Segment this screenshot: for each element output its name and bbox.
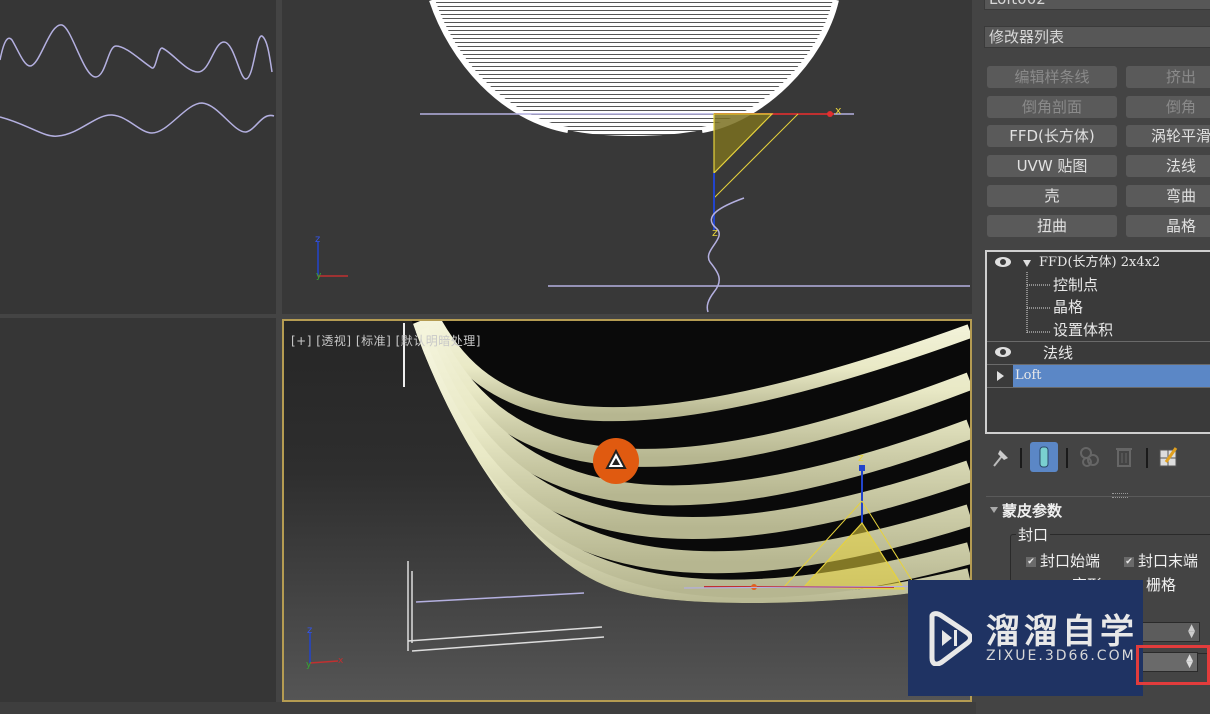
- cap-end-checkbox[interactable]: ✔ 封口末端: [1124, 550, 1198, 571]
- light-target-marker: [593, 438, 639, 484]
- modifier-button-shell[interactable]: 壳: [987, 185, 1117, 207]
- collapse-icon[interactable]: [997, 371, 1004, 381]
- svg-text:z: z: [858, 451, 864, 464]
- stack-item-label: FFD(长方体) 2x4x2: [1039, 255, 1161, 270]
- make-unique-icon[interactable]: [1076, 442, 1104, 472]
- configure-modifier-sets-icon[interactable]: [1154, 442, 1182, 472]
- viewport-front[interactable]: x z z y: [282, 0, 972, 314]
- viewport-empty[interactable]: [0, 318, 276, 702]
- axis-tripod: z y: [315, 234, 348, 281]
- watermark-url: ZIXUE.3D66.COM: [986, 648, 1136, 664]
- modifier-button-ffd-box[interactable]: FFD(长方体): [987, 125, 1117, 147]
- highlight-box: [1136, 645, 1210, 685]
- expand-icon[interactable]: [1023, 260, 1031, 267]
- perspective-scene: z z x y: [306, 321, 970, 670]
- modifier-button-extrude[interactable]: 挤出: [1126, 66, 1210, 88]
- modifier-button-normal[interactable]: 法线: [1126, 155, 1210, 177]
- viewport-perspective[interactable]: [+] [透视] [标准] [默认明暗处理] z z x y: [282, 319, 972, 702]
- modifier-button-twist[interactable]: 扭曲: [987, 215, 1117, 237]
- shape-steps-spinner[interactable]: ▲ ▼: [1140, 622, 1200, 642]
- lofted-curtain-mesh: [412, 321, 970, 604]
- spline-lower: [0, 102, 275, 137]
- watermark-title: 溜溜自学: [986, 612, 1138, 652]
- show-end-result-icon[interactable]: [1030, 442, 1058, 472]
- remove-modifier-icon[interactable]: [1110, 442, 1138, 472]
- stack-toolbar: [988, 442, 1208, 474]
- modifier-list-dropdown[interactable]: 修改器列表: [984, 26, 1210, 48]
- modifier-button-uvw-map[interactable]: UVW 贴图: [987, 155, 1117, 177]
- spline-upper: [0, 24, 273, 80]
- modifier-button-lattice[interactable]: 晶格: [1126, 215, 1210, 237]
- stack-item-label: 法线: [1043, 344, 1074, 362]
- svg-text:y: y: [316, 271, 322, 281]
- modifier-button-edit-spline[interactable]: 编辑样条线: [987, 66, 1117, 88]
- modifier-button-bend[interactable]: 弯曲: [1126, 185, 1210, 207]
- stack-subitem-control-points[interactable]: 控制点: [1053, 274, 1098, 296]
- modifier-button-bevel[interactable]: 倒角: [1126, 96, 1210, 118]
- stack-item-ffd[interactable]: FFD(长方体) 2x4x2: [987, 252, 1210, 274]
- object-name-field[interactable]: Loft002: [984, 0, 1210, 10]
- spotlight-cone: [713, 113, 774, 175]
- status-strip: [0, 702, 976, 714]
- rollout-grip[interactable]: [1112, 493, 1128, 498]
- stack-item-loft[interactable]: Loft: [987, 365, 1210, 387]
- svg-text:y: y: [306, 660, 312, 670]
- checkbox-checked-icon[interactable]: ✔: [1124, 556, 1134, 567]
- front-scene: x z z y: [315, 0, 970, 313]
- stack-item-label: Loft: [1013, 365, 1210, 387]
- svg-text:x: x: [338, 656, 344, 666]
- watermark: 溜溜自学 ZIXUE.3D66.COM: [908, 580, 1143, 696]
- pin-stack-icon[interactable]: [988, 442, 1016, 472]
- reference-lines: [407, 561, 605, 652]
- checkbox-checked-icon[interactable]: ✔: [1026, 556, 1036, 567]
- spline-curves: [0, 24, 275, 137]
- modifier-button-bevel-profile[interactable]: 倒角剖面: [987, 96, 1117, 118]
- axis-tripod-perspective: z x y: [306, 625, 344, 670]
- rollout-title[interactable]: 蒙皮参数: [1002, 500, 1062, 521]
- axis-x-label: x: [835, 104, 842, 117]
- lofted-object-wireframe: [432, 0, 836, 136]
- spline-vertical: [706, 197, 745, 313]
- stack-item-normal[interactable]: 法线: [987, 342, 1210, 364]
- viewport-left[interactable]: [0, 0, 276, 314]
- grid-radio[interactable]: 栅格: [1146, 574, 1176, 595]
- svg-text:z: z: [315, 234, 320, 245]
- eye-icon[interactable]: [995, 347, 1011, 357]
- play-logo-icon: [929, 611, 972, 666]
- modifier-stack[interactable]: FFD(长方体) 2x4x2 控制点 晶格 设置体积 法线 Loft: [985, 250, 1210, 434]
- stack-subitem-lattice[interactable]: 晶格: [1053, 296, 1083, 318]
- tree-lines: [1026, 272, 1051, 334]
- svg-text:z: z: [307, 625, 312, 636]
- rollout-collapse-icon[interactable]: [990, 507, 998, 513]
- eye-icon[interactable]: [995, 257, 1011, 267]
- rollout-divider: [986, 496, 1210, 497]
- cap-start-checkbox[interactable]: ✔ 封口始端: [1026, 550, 1100, 571]
- modifier-button-turbosmooth[interactable]: 涡轮平滑: [1126, 125, 1210, 147]
- viewport-label[interactable]: [+] [透视] [标准] [默认明暗处理]: [291, 332, 481, 349]
- stack-subitem-set-volume[interactable]: 设置体积: [1053, 319, 1113, 341]
- group-label-caps: 封口: [1016, 524, 1051, 545]
